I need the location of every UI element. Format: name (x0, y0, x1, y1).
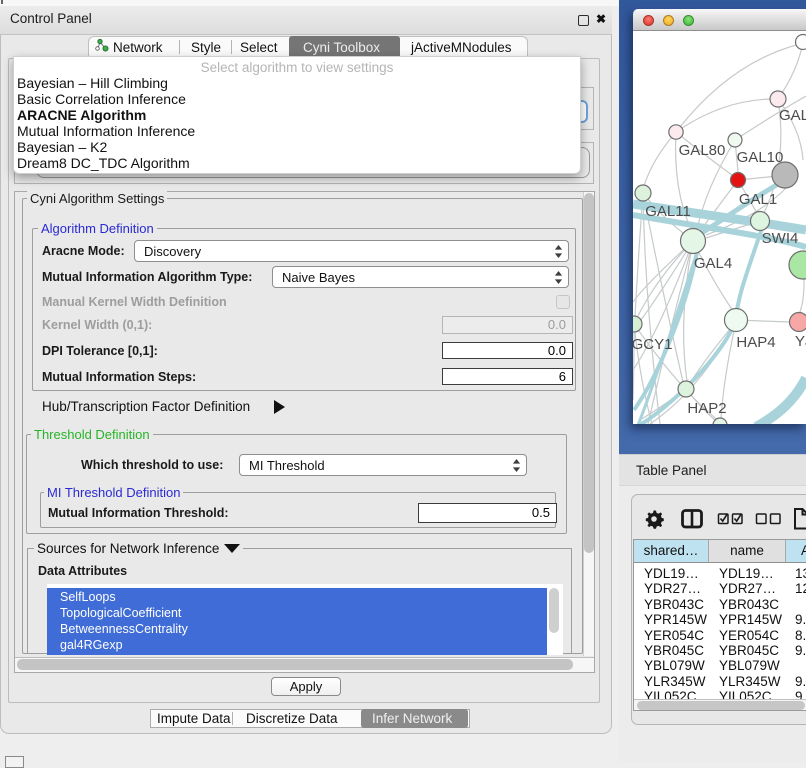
svg-text:GAL10: GAL10 (737, 149, 784, 166)
svg-text:GAL11: GAL11 (645, 203, 691, 220)
svg-text:GAL80: GAL80 (679, 142, 726, 159)
svg-text:HAP4: HAP4 (736, 334, 775, 351)
svg-text:YJ: YJ (795, 333, 806, 350)
svg-text:SWI4: SWI4 (762, 230, 799, 247)
svg-text:GCY1: GCY1 (633, 336, 672, 353)
svg-text:GAL4: GAL4 (694, 255, 732, 272)
svg-text:GAL1: GAL1 (739, 191, 777, 208)
svg-text:GAL2: GAL2 (779, 107, 806, 124)
svg-text:HAP2: HAP2 (687, 400, 726, 417)
